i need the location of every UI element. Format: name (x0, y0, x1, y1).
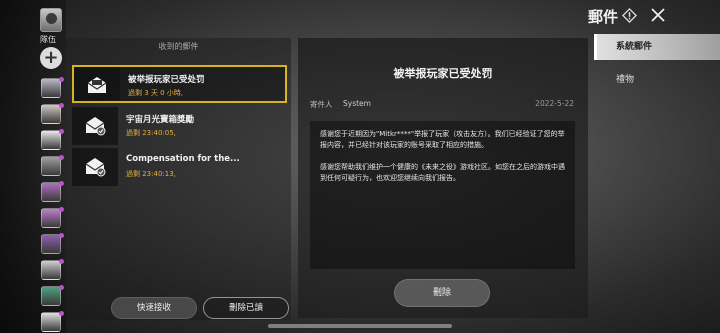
mail-detail-panel: 被举报玩家已受处罚 寄件人 System 2022-5-22 感谢您于近期因为"… (298, 38, 588, 318)
friend-avatar[interactable] (41, 259, 64, 280)
tab-system-mail[interactable]: 系統郵件 (594, 34, 720, 60)
friend-avatar[interactable] (41, 311, 64, 332)
mail-icon-box (72, 148, 118, 186)
online-status-dot (59, 129, 64, 134)
envelope-read-icon (85, 117, 106, 136)
add-friend-button[interactable]: + (40, 47, 62, 69)
online-status-dot (59, 77, 64, 82)
mail-subject: 被举报玩家已受处罚 (128, 75, 205, 85)
mail-item[interactable]: Compensation for the... 過剩 23:40:13, (72, 148, 287, 186)
friend-avatar[interactable] (41, 233, 64, 254)
online-status-dot (59, 311, 64, 316)
mail-list-header: 收到的郵件 (158, 42, 199, 51)
online-status-dot (59, 233, 64, 238)
online-status-dot (59, 181, 64, 186)
friend-avatar[interactable] (41, 77, 64, 98)
tab-gifts[interactable]: 禮物 (594, 67, 720, 93)
friend-avatar[interactable] (41, 285, 64, 306)
mail-body: 感谢您于近期因为"Mitkr****"举报了玩家（攻击友方）。我们已经验证了您的… (310, 121, 575, 269)
mail-icon-box (72, 107, 118, 145)
mail-expire: 過剩 3 天 0 小時, (128, 89, 184, 97)
mail-body-paragraph: 感谢您于近期因为"Mitkr****"举报了玩家（攻击友方）。我们已经验证了您的… (320, 130, 565, 149)
sender-name: System (343, 99, 371, 108)
page-title: 郵件 (588, 8, 619, 26)
quick-receive-button[interactable]: 快速接收 (111, 297, 197, 319)
friend-avatar[interactable] (41, 103, 64, 124)
online-status-dot (59, 285, 64, 290)
friend-avatar[interactable] (41, 181, 64, 202)
mail-subject: 宇宙月光寶箱獎勵 (126, 115, 195, 125)
team-label: 隊伍 (40, 35, 56, 44)
envelope-icon (87, 77, 107, 93)
mail-item[interactable]: 被举报玩家已受处罚 過剩 3 天 0 小時, (72, 65, 287, 103)
mail-expire: 過剩 23:40:13, (126, 170, 176, 178)
mail-item[interactable]: 宇宙月光寶箱獎勵 過剩 23:40:05, (72, 107, 287, 145)
home-indicator (268, 324, 452, 328)
mail-expire: 過剩 23:40:05, (126, 129, 176, 137)
online-status-dot (59, 103, 64, 108)
online-status-dot (59, 155, 64, 160)
online-status-dot (59, 259, 64, 264)
mail-subject: Compensation for the... (126, 154, 240, 164)
sender-label: 寄件人 (310, 100, 333, 109)
friend-avatar[interactable] (41, 155, 64, 176)
delete-mail-button[interactable]: 刪除 (394, 279, 490, 307)
online-status-dot (59, 207, 64, 212)
delete-read-button[interactable]: 刪除已讀 (203, 297, 289, 319)
team-avatar[interactable] (40, 8, 62, 32)
friends-sidebar: 隊伍 + (0, 0, 66, 333)
mail-list-panel: 收到的郵件 被举报玩家已受处罚 過剩 3 天 0 小時, 宇宙月光寶箱獎勵 過剩… (66, 38, 291, 320)
envelope-read-icon (85, 158, 106, 177)
close-icon[interactable] (650, 7, 666, 23)
info-icon[interactable] (622, 8, 637, 23)
mail-detail-title: 被举报玩家已受处罚 (393, 67, 493, 80)
friend-avatar[interactable] (41, 129, 64, 150)
mail-date: 2022-5-22 (535, 99, 574, 108)
friend-avatar[interactable] (41, 207, 64, 228)
mail-body-paragraph: 感谢您帮助我们维护一个健康的《未来之役》游戏社区。如您在之后的游戏中遇到任何可疑… (320, 163, 565, 182)
mail-icon-box (74, 67, 120, 101)
